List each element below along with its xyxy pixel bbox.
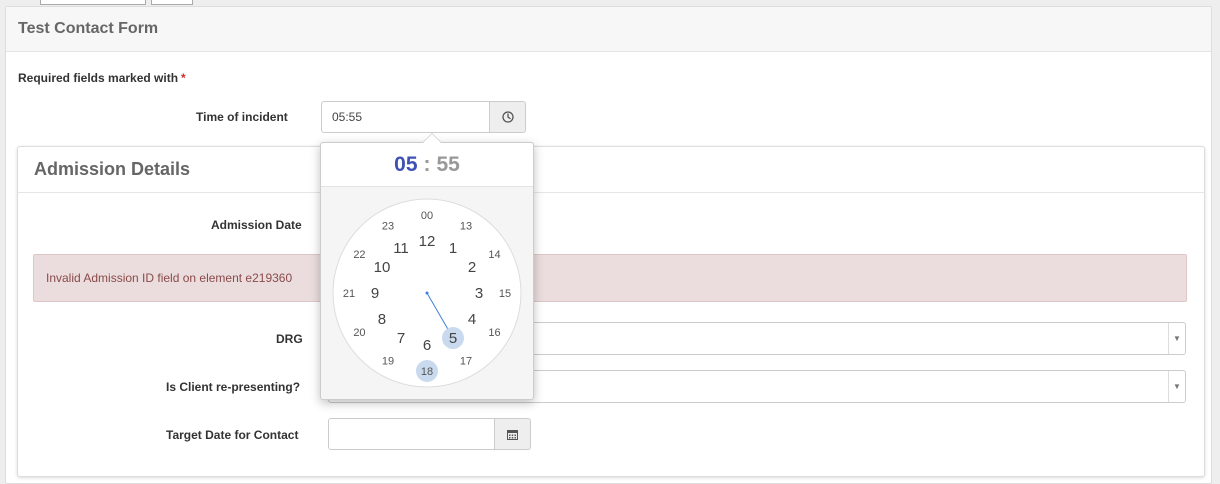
clock-hour-5[interactable]: 5 — [449, 330, 457, 347]
clock-hour-20[interactable]: 20 — [353, 327, 365, 339]
clock-hour-18[interactable]: 18 — [421, 366, 433, 378]
admission-details-title: Admission Details — [18, 147, 1204, 193]
clock-icon — [501, 111, 514, 123]
target-date-group — [328, 418, 531, 450]
time-of-incident-group: 05:55 — [321, 101, 526, 133]
clock-hour-9[interactable]: 9 — [371, 285, 379, 302]
required-note: Required fields marked with * — [18, 71, 186, 85]
clockpicker-popover: 05 : 55 12 1 2 3 4 5 6 7 8 9 10 11 00 13 14 15 16 17 18 19 2… — [320, 133, 534, 400]
contact-form-panel: Test Contact Form Required fields marked… — [5, 6, 1212, 484]
representing-dropdown-caret-icon[interactable]: ▼ — [1168, 371, 1185, 402]
required-note-text: Required fields marked with — [18, 71, 179, 85]
admission-date-label: Admission Date — [211, 218, 302, 232]
clock-hour-1[interactable]: 1 — [449, 240, 457, 257]
clock-hour-22[interactable]: 22 — [353, 249, 365, 261]
representing-label: Is Client re-presenting? — [166, 380, 301, 394]
clock-button[interactable] — [490, 101, 526, 133]
clock-hour-23[interactable]: 23 — [382, 220, 394, 232]
clock-hour-17[interactable]: 17 — [460, 356, 472, 368]
drg-dropdown-caret-icon[interactable]: ▼ — [1168, 323, 1185, 354]
required-star: * — [181, 71, 186, 85]
clock-hour-19[interactable]: 19 — [382, 356, 394, 368]
admission-details-panel: Admission Details Admission Date Invalid… — [17, 146, 1205, 477]
clock-hour-14[interactable]: 14 — [488, 249, 500, 261]
clock-center — [425, 291, 429, 295]
drg-label: DRG — [276, 332, 303, 346]
target-date-input[interactable] — [328, 418, 495, 450]
clock-hour-6[interactable]: 6 — [423, 337, 431, 354]
clock-hour-13[interactable]: 13 — [460, 220, 472, 232]
clock-hour-12[interactable]: 12 — [419, 233, 436, 250]
clock-hour-2[interactable]: 2 — [468, 259, 476, 276]
clock-hour-16[interactable]: 16 — [488, 327, 500, 339]
clock-hour-00[interactable]: 00 — [421, 210, 433, 222]
clock-hour-3[interactable]: 3 — [475, 285, 483, 302]
clock-hour-4[interactable]: 4 — [468, 311, 476, 328]
calendar-button[interactable] — [495, 418, 531, 450]
calendar-icon — [507, 429, 518, 440]
error-alert: Invalid Admission ID field on element e2… — [33, 254, 1187, 302]
time-of-incident-input[interactable]: 05:55 — [321, 101, 490, 133]
clockpicker-minutes[interactable]: 55 — [437, 153, 460, 177]
clockpicker-separator: : — [423, 152, 431, 176]
target-date-label: Target Date for Contact — [166, 428, 299, 442]
clock-hour-10[interactable]: 10 — [374, 259, 391, 276]
popover-arrow-inner — [423, 134, 441, 143]
clock-hour-11[interactable]: 11 — [393, 240, 409, 257]
clock-hour-15[interactable]: 15 — [499, 288, 511, 300]
top-button-stub — [151, 0, 193, 5]
top-input-stub — [40, 0, 146, 5]
clockpicker-hours[interactable]: 05 — [394, 153, 417, 177]
clock-face[interactable]: 12 1234567891011001314151617181920212223 — [321, 187, 533, 399]
clock-hour-7[interactable]: 7 — [397, 330, 405, 347]
time-of-incident-label: Time of incident — [196, 110, 288, 124]
form-title: Test Contact Form — [6, 7, 1211, 52]
clock-hour-21[interactable]: 21 — [343, 288, 355, 300]
clock-hour-8[interactable]: 8 — [378, 311, 386, 328]
clockpicker-title: 05 : 55 — [321, 143, 533, 187]
